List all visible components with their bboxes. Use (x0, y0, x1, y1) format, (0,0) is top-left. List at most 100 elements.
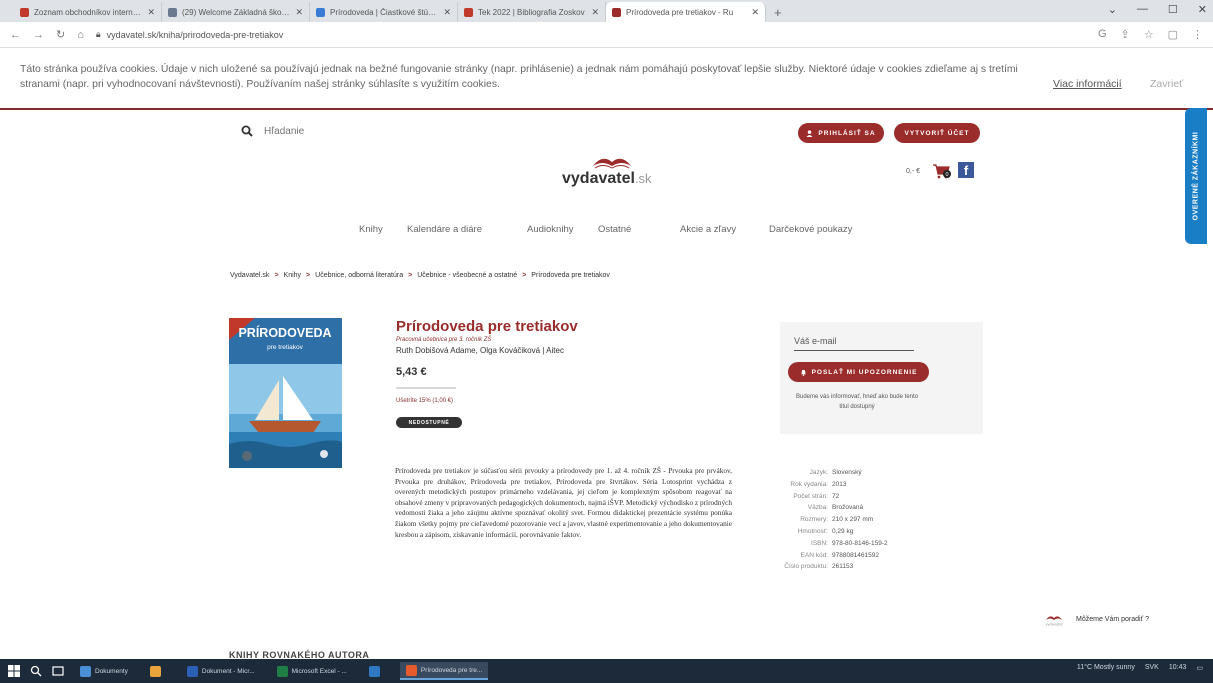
nav-item-kalendare[interactable]: Kalendáre a diáre (407, 224, 482, 235)
user-icon (806, 129, 813, 137)
cookie-more-info-link[interactable]: Viac informácií (1053, 78, 1122, 90)
logo-tld: .sk (634, 171, 652, 186)
login-button[interactable]: PRIHLÁSIŤ SA (798, 123, 884, 143)
cookie-text: Táto stránka používa cookies. Údaje v ni… (20, 64, 1018, 90)
app-icon (368, 665, 380, 677)
browser-tab[interactable]: Prírodoveda | Čiastkové štúdie ✕ (310, 2, 458, 22)
advice-logo-icon: vydavatel (1046, 616, 1063, 626)
product-authors[interactable]: Ruth Dobišová Adame, Olga Kováčiková | A… (396, 346, 564, 355)
translate-icon[interactable]: G (1098, 28, 1107, 41)
browser-tab[interactable]: Tek 2022 | Bibliografia Zoskov ✕ (458, 2, 606, 22)
old-price-line (396, 387, 456, 389)
spec-value: 9788081461592 (832, 551, 879, 559)
taskbar-app[interactable] (144, 662, 171, 680)
tab-search-button[interactable]: ⌄ (1108, 3, 1117, 16)
bell-icon (800, 369, 806, 376)
close-window-button[interactable]: ✕ (1198, 3, 1207, 16)
cookie-close-button[interactable]: Zavrieť (1150, 78, 1183, 90)
browser-tab-active[interactable]: Prírodoveda pre tretiakov - Ru ✕ (606, 2, 766, 22)
lock-icon: 🔒︎ (95, 29, 101, 39)
taskbar-app[interactable]: Dokument - Micr... (181, 662, 261, 680)
new-tab-button[interactable]: + (766, 5, 790, 22)
back-icon[interactable]: ← (10, 29, 21, 41)
task-view-icon[interactable] (52, 665, 64, 677)
weather-widget[interactable]: 11°C Mostly sunny (1077, 664, 1135, 672)
breadcrumb-separator-icon: > (408, 272, 413, 279)
tab-close-icon[interactable]: ✕ (751, 7, 759, 18)
url-text: vydavatel.sk/kniha/prirodoveda-pre-treti… (106, 29, 284, 40)
search-icon[interactable] (241, 125, 253, 137)
sidebar-icon[interactable]: ▢ (1168, 28, 1178, 41)
url-field[interactable]: 🔒︎ vydavatel.sk/kniha/prirodoveda-pre-tr… (96, 29, 1086, 40)
spec-key: ISBN: (811, 539, 828, 547)
taskbar-app[interactable] (363, 662, 390, 680)
breadcrumb-item[interactable]: Učebnice, odborná literatúra (315, 272, 403, 279)
home-icon[interactable]: ⌂ (77, 29, 84, 41)
app-icon (276, 665, 288, 677)
tab-close-icon[interactable]: ✕ (443, 7, 451, 18)
browser-tab[interactable]: Zoznam obchodníkov internetu ✕ (14, 2, 162, 22)
taskbar: Dokumenty Dokument - Micr... Microsoft E… (0, 659, 1213, 683)
tab-title: Tek 2022 | Bibliografia Zoskov (478, 7, 585, 17)
share-icon[interactable]: ⇪ (1121, 28, 1130, 41)
address-bar: ← → ↻ ⌂ 🔒︎ vydavatel.sk/kniha/prirodoved… (0, 22, 1213, 48)
taskbar-app-active[interactable]: Prírodoveda pre tre... (399, 662, 489, 680)
register-button[interactable]: VYTVORIŤ ÚČET (894, 123, 980, 143)
main-navigation: Knihy Kalendáre a diáre Audioknihy Ostat… (0, 224, 1213, 238)
facebook-icon[interactable]: f (958, 162, 974, 178)
spec-value: 210 x 297 mm (832, 516, 874, 524)
chat-widget[interactable]: vydavatel Môžeme Vám poradiť ? (1040, 612, 1150, 627)
breadcrumb-item[interactable]: Knihy (284, 272, 302, 279)
app-icon (80, 665, 91, 677)
spec-key: Rok vydania: (790, 480, 828, 488)
book-cover-image[interactable]: PRÍRODOVEDA pre tretiakov (229, 318, 342, 468)
nav-item-poukazy[interactable]: Darčekové poukazy (769, 224, 852, 235)
search-icon[interactable] (30, 665, 42, 677)
site-logo[interactable]: vydavatel.sk (562, 170, 652, 188)
cart-count: 0 (945, 172, 948, 178)
spec-row: Hmotnosť: 0,29 kg (776, 526, 936, 538)
clock[interactable]: 10:43 (1169, 664, 1187, 672)
app-icon (149, 665, 161, 677)
cookie-banner: Táto stránka používa cookies. Údaje v ni… (0, 48, 1213, 110)
forward-icon[interactable]: → (33, 29, 44, 41)
tab-favicon-icon (20, 7, 29, 17)
notify-info: Budeme vás informovať, hneď ako bude ten… (795, 394, 918, 410)
language-indicator[interactable]: SVK (1145, 664, 1159, 672)
tab-title: (29) Welcome Základná škola Va (182, 7, 291, 17)
taskbar-app-label: Prírodoveda pre tre... (420, 666, 483, 674)
search-input[interactable] (264, 122, 444, 140)
spec-row: Číslo produktu: 261153 (776, 561, 936, 573)
tab-close-icon[interactable]: ✕ (147, 7, 155, 18)
taskbar-app[interactable]: Microsoft Excel - ... (271, 662, 353, 680)
cart-total[interactable]: 0,- € (906, 168, 920, 175)
nav-item-akcie[interactable]: Akcie a zľavy (680, 224, 736, 235)
spec-key: Jazyk: (809, 469, 828, 476)
menu-icon[interactable]: ⋮ (1192, 28, 1203, 41)
spec-row: Rozmery: 210 x 297 mm (776, 514, 936, 526)
tab-favicon-icon (464, 7, 473, 17)
breadcrumb-item[interactable]: Učebnice - všeobecné a ostatné (417, 272, 517, 279)
taskbar-app[interactable]: Dokumenty (74, 662, 134, 680)
breadcrumb-item[interactable]: Vydavatel.sk (230, 272, 269, 279)
nav-item-knihy[interactable]: Knihy (359, 224, 383, 235)
taskbar-app-label: Microsoft Excel - ... (291, 667, 347, 675)
notify-button[interactable]: POSLAŤ MI UPOZORNENIE (788, 362, 929, 382)
spec-value: 0,29 kg (832, 527, 854, 535)
cart-icon[interactable]: 0 (932, 162, 952, 180)
minimize-button[interactable]: — (1137, 3, 1148, 16)
bookmark-star-icon[interactable]: ☆ (1144, 28, 1154, 41)
windows-start-icon[interactable] (8, 665, 20, 677)
reload-icon[interactable]: ↻ (56, 28, 65, 41)
notification-icon[interactable]: ▭ (1196, 664, 1203, 672)
tab-close-icon[interactable]: ✕ (295, 7, 303, 18)
tab-close-icon[interactable]: ✕ (591, 7, 599, 18)
maximize-button[interactable]: ☐ (1168, 3, 1178, 16)
spec-value: Brožovaná (832, 504, 864, 512)
email-field[interactable]: Váš e-mail (794, 336, 914, 351)
spec-key: Počet strán: (793, 492, 828, 500)
spec-row: Väzba: Brožovaná (776, 502, 936, 514)
nav-item-ostatne[interactable]: Ostatné (598, 224, 631, 235)
browser-tab[interactable]: (29) Welcome Základná škola Va ✕ (162, 2, 310, 22)
nav-item-audioknihy[interactable]: Audioknihy (527, 224, 573, 235)
